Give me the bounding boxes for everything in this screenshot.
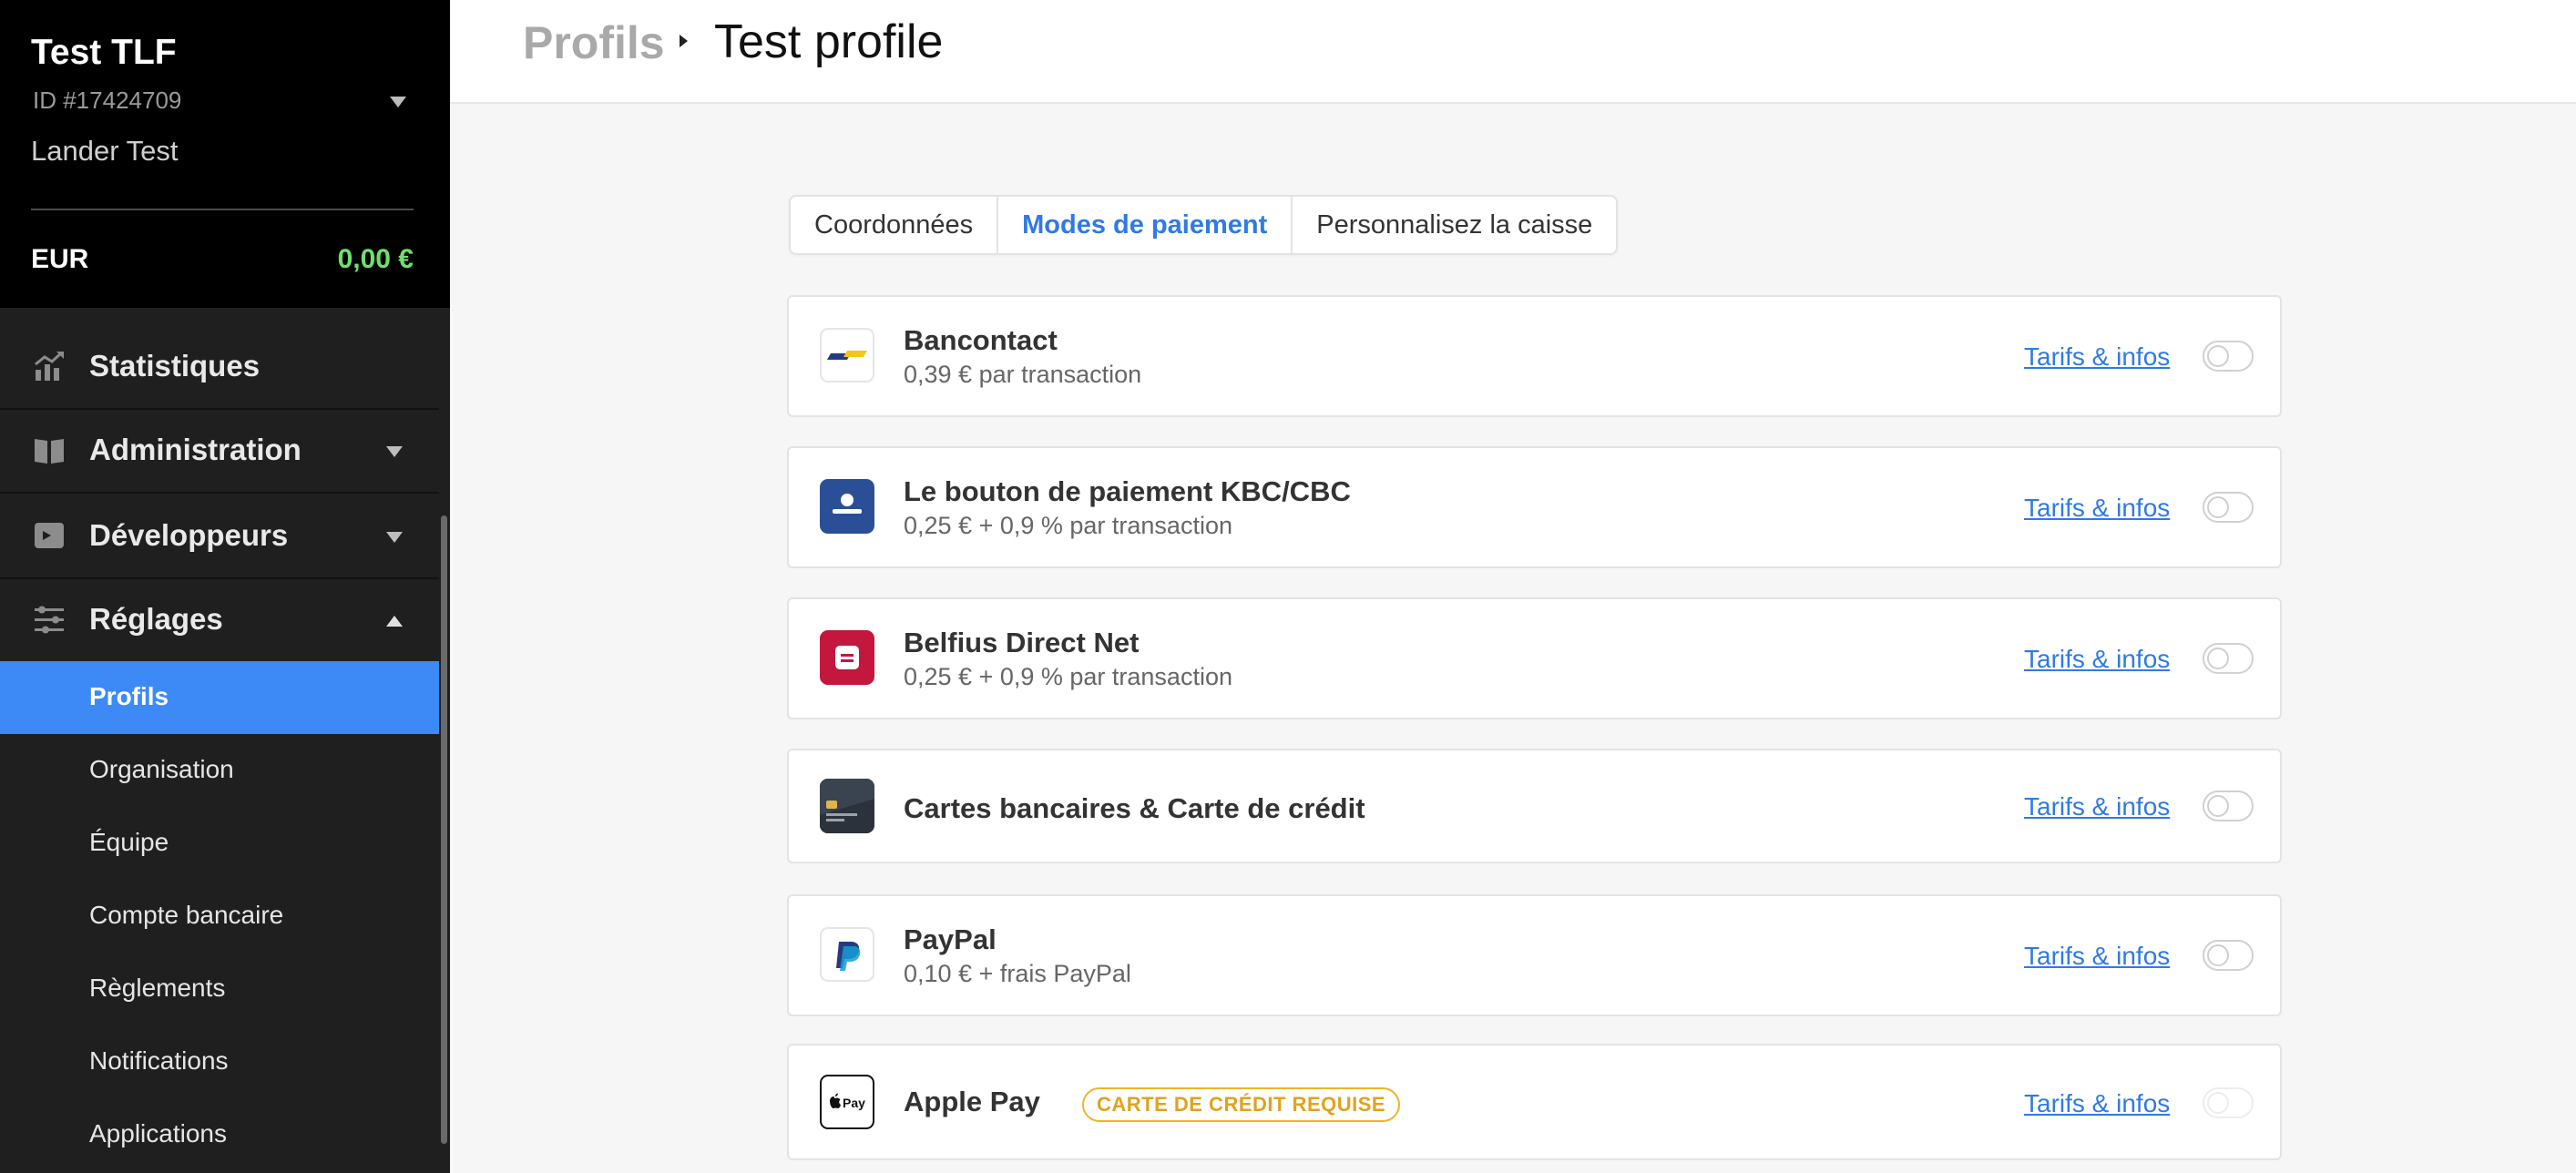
- apple-pay-icon: Pay: [820, 1075, 874, 1129]
- tarifs-infos-link[interactable]: Tarifs & infos: [2024, 792, 2170, 821]
- bancontact-icon: [820, 328, 874, 382]
- sidebar-subitem-applications[interactable]: Applications: [0, 1098, 439, 1171]
- sidebar-subitem-label: Organisation: [89, 755, 234, 783]
- sidebar-item-statistiques[interactable]: Statistiques: [0, 324, 439, 408]
- payment-method-fee: 0,25 € + 0,9 % par transaction: [904, 512, 1232, 539]
- payment-method-toggle[interactable]: [2203, 341, 2254, 372]
- account-id: ID #17424709: [33, 87, 182, 114]
- tarifs-infos-link[interactable]: Tarifs & infos: [2024, 494, 2170, 523]
- breadcrumb-profils-link[interactable]: Profils: [523, 16, 665, 69]
- tab-coordonnees[interactable]: Coordonnées: [791, 197, 997, 253]
- payment-method-name: Cartes bancaires & Carte de crédit: [904, 792, 1365, 824]
- account-divider: [31, 209, 414, 210]
- payment-method-toggle[interactable]: [2203, 940, 2254, 971]
- payment-method-apple-pay: Pay Apple Pay CARTE DE CRÉDIT REQUISE Ta…: [787, 1044, 2282, 1160]
- toggle-knob: [2207, 1092, 2229, 1114]
- chart-icon: [35, 351, 64, 381]
- credit-card-required-badge: CARTE DE CRÉDIT REQUISE: [1082, 1087, 1401, 1122]
- chevron-up-icon: [386, 616, 403, 627]
- payment-method-kbc-cbc: Le bouton de paiement KBC/CBC 0,25 € + 0…: [787, 446, 2282, 568]
- payment-method-fee: 0,25 € + 0,9 % par transaction: [904, 663, 1232, 690]
- payment-method-fee: 0,39 € par transaction: [904, 361, 1142, 388]
- payment-method-fee: 0,10 € + frais PayPal: [904, 960, 1131, 987]
- payment-method-paypal: PayPal 0,10 € + frais PayPal Tarifs & in…: [787, 894, 2282, 1016]
- account-user: Lander Test: [31, 135, 179, 167]
- profile-tabs: Coordonnées Modes de paiement Personnali…: [789, 195, 1619, 255]
- sidebar: Test TLF ID #17424709 Lander Test EUR 0,…: [0, 0, 450, 1173]
- tab-personnalisez-la-caisse[interactable]: Personnalisez la caisse: [1291, 197, 1616, 253]
- terminal-icon: [35, 523, 64, 548]
- payment-method-name: Bancontact: [904, 324, 1058, 356]
- sidebar-subitem-profils[interactable]: Profils: [0, 661, 439, 734]
- belfius-icon: [820, 630, 874, 685]
- payment-method-name: Le bouton de paiement KBC/CBC: [904, 475, 1351, 507]
- sidebar-item-developpeurs[interactable]: Développeurs: [0, 494, 439, 577]
- toggle-knob: [2207, 345, 2229, 367]
- sidebar-item-label: Développeurs: [89, 518, 289, 552]
- sidebar-subitem-reglements[interactable]: Règlements: [0, 953, 439, 1025]
- toggle-knob: [2207, 795, 2229, 817]
- payment-method-name: PayPal: [904, 923, 997, 955]
- kbc-icon: [820, 479, 874, 534]
- payment-method-bancontact: Bancontact 0,39 € par transaction Tarifs…: [787, 295, 2282, 417]
- tarifs-infos-link[interactable]: Tarifs & infos: [2024, 1089, 2170, 1118]
- svg-text:Pay: Pay: [843, 1096, 865, 1110]
- account-currency: EUR: [31, 244, 89, 274]
- sidebar-subitem-equipe[interactable]: Équipe: [0, 807, 439, 880]
- payment-method-toggle[interactable]: [2203, 1087, 2254, 1118]
- book-icon: [35, 439, 64, 464]
- tarifs-infos-link[interactable]: Tarifs & infos: [2024, 342, 2170, 372]
- account-dropdown-chevron-icon[interactable]: [390, 97, 406, 107]
- payment-method-toggle[interactable]: [2203, 492, 2254, 523]
- sidebar-item-label: Administration: [89, 433, 302, 466]
- sidebar-item-label: Statistiques: [89, 349, 261, 382]
- tab-modes-de-paiement[interactable]: Modes de paiement: [997, 197, 1291, 253]
- sidebar-item-label: Réglages: [89, 602, 223, 636]
- sidebar-subitem-notifications[interactable]: Notifications: [0, 1025, 439, 1098]
- sidebar-subitem-compte-bancaire[interactable]: Compte bancaire: [0, 880, 439, 953]
- sidebar-item-reglages[interactable]: Réglages: [0, 577, 439, 661]
- toggle-knob: [2207, 496, 2229, 518]
- sidebar-subitem-label: Applications: [89, 1119, 227, 1148]
- account-balance: 0,00 €: [337, 244, 414, 274]
- sliders-icon: [35, 606, 64, 634]
- page-title: Test profile: [714, 15, 944, 68]
- sidebar-subitem-label: Règlements: [89, 974, 226, 1002]
- payment-method-toggle[interactable]: [2203, 790, 2254, 821]
- sidebar-subitem-label: Équipe: [89, 828, 169, 856]
- account-name: Test TLF: [31, 33, 177, 72]
- chevron-down-icon: [386, 446, 403, 457]
- payment-method-credit-card: Cartes bancaires & Carte de crédit Tarif…: [787, 749, 2282, 863]
- toggle-knob: [2207, 648, 2229, 669]
- payment-method-name: Apple Pay: [904, 1086, 1040, 1117]
- breadcrumb-separator-icon: [680, 35, 688, 47]
- payment-method-belfius: Belfius Direct Net 0,25 € + 0,9 % par tr…: [787, 597, 2282, 719]
- sidebar-subitem-label: Profils: [89, 682, 169, 710]
- account-switcher[interactable]: Test TLF ID #17424709 Lander Test EUR 0,…: [0, 0, 450, 308]
- sidebar-subitem-organisation[interactable]: Organisation: [0, 734, 439, 807]
- toggle-knob: [2207, 944, 2229, 966]
- credit-card-icon: [820, 779, 874, 833]
- sidebar-scrollbar-thumb[interactable]: [441, 515, 447, 1144]
- page-header: Profils Test profile: [450, 0, 2576, 104]
- tarifs-infos-link[interactable]: Tarifs & infos: [2024, 942, 2170, 971]
- chevron-down-icon: [386, 532, 403, 543]
- sidebar-item-administration[interactable]: Administration: [0, 408, 439, 492]
- tarifs-infos-link[interactable]: Tarifs & infos: [2024, 645, 2170, 674]
- sidebar-subitem-label: Notifications: [89, 1046, 229, 1075]
- payment-method-name: Belfius Direct Net: [904, 627, 1140, 658]
- sidebar-subitem-label: Compte bancaire: [89, 901, 284, 929]
- payment-method-toggle[interactable]: [2203, 643, 2254, 674]
- paypal-icon: [820, 927, 874, 982]
